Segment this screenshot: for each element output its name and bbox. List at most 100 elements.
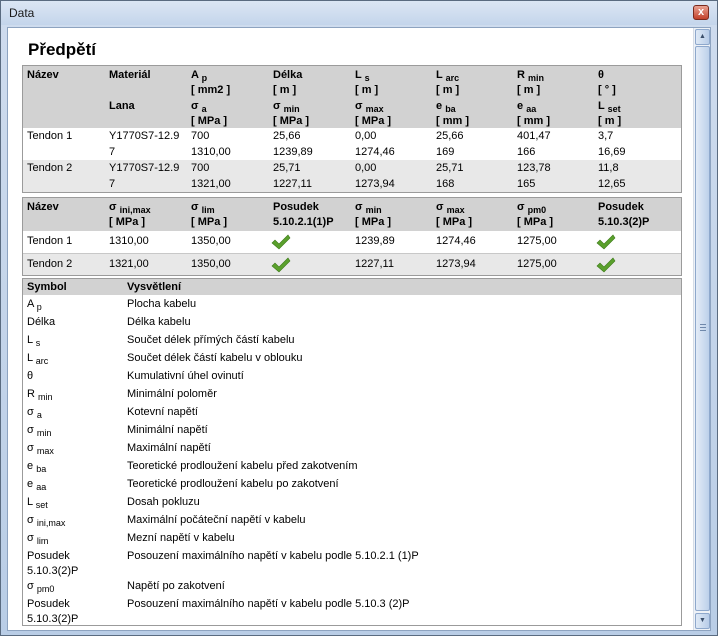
legend-row: σ max Maximální napětí (23, 439, 681, 457)
table-cell: 7 (109, 178, 116, 190)
symbol-legend-table: Symbol Vysvětlení A p Plocha kabelu Délka Dél… (22, 278, 682, 626)
column-header: Lana (109, 99, 135, 114)
header-subscript: max (446, 205, 465, 215)
table-cell: 1350,00 (191, 258, 231, 270)
column-header: Název (27, 68, 59, 83)
header-subscript: ini,max (119, 205, 151, 215)
symbol-subscript: a (36, 410, 42, 420)
header-symbol: σ (109, 201, 117, 213)
legend-row: R min Minimální poloměr (23, 385, 681, 403)
table-cell: 1310,00 (109, 235, 149, 247)
column-header: σ ini,max[ MPa ] (109, 200, 151, 230)
legend-symbol: θ (27, 369, 33, 384)
legend-symbol: e ba (27, 459, 46, 474)
legend-explanation: Dosah pokluzu (127, 496, 200, 508)
legend-symbol: A p (27, 297, 42, 312)
table-cell: 1239,89 (355, 235, 395, 247)
legend-symbol: R min (27, 387, 53, 402)
header-symbol: Posudek (273, 201, 319, 213)
column-header: σ min[ MPa ] (355, 200, 391, 230)
legend-symbol: Posudek 5.10.3(2)P (27, 549, 78, 579)
column-header: L set[ m ] (598, 99, 621, 129)
table-cell: 12,65 (598, 178, 626, 190)
legend-row: A p Plocha kabelu (23, 295, 681, 313)
scroll-thumb[interactable] (695, 46, 710, 611)
symbol-subscript: aa (36, 482, 47, 492)
symbol-text: σ (27, 406, 34, 418)
table-cell: 25,71 (273, 162, 301, 174)
symbol-subscript: min (38, 392, 53, 402)
header-symbol: Materiál (109, 69, 151, 81)
table-cell: 25,66 (436, 130, 464, 142)
symbol-subscript: min (36, 428, 52, 438)
table-cell: 1321,00 (191, 178, 231, 190)
check-icon (596, 234, 616, 250)
legend-explanation: Minimální napětí (127, 424, 208, 436)
symbol-text: L (27, 496, 33, 508)
header-symbol: σ (436, 201, 444, 213)
header-symbol: σ (355, 201, 363, 213)
report-view: Předpětí Název Materiál A p[ mm2 ] Délka[ m… (7, 27, 711, 631)
symbol-text: σ (27, 532, 34, 544)
table-cell: Y1770S7-12.9 (109, 130, 180, 142)
table-cell: 700 (191, 130, 210, 142)
symbol-text: 5.10.3(2)P (27, 613, 79, 625)
check-icon (271, 257, 291, 273)
legend-explanation: Napětí po zakotvení (127, 580, 225, 592)
page-title: Předpětí (28, 40, 97, 59)
header-unit: 5.10.3(2)P (598, 216, 650, 228)
legend-row: e aa Teoretické prodloužení kabelu po zak… (23, 475, 681, 493)
legend-explanation: Teoretické prodloužení kabelu po zakotve… (127, 478, 339, 490)
legend-row: L s Součet délek přímých částí kabelu (23, 331, 681, 349)
header-unit: [ MPa ] (191, 216, 228, 228)
legend-row: Posudek 5.10.3(2)P Posouzení maximálního n… (23, 595, 681, 625)
symbol-text: σ (27, 580, 34, 592)
column-header: R min[ m ] (517, 68, 544, 98)
symbol-text: σ (27, 424, 34, 436)
header-symbol: Název (27, 69, 59, 81)
header-subscript: min (365, 205, 382, 215)
symbol-text: R (27, 388, 35, 400)
header-unit: [ m ] (273, 84, 297, 96)
window-titlebar[interactable]: Data x (1, 1, 717, 25)
table-cell: 700 (191, 162, 210, 174)
legend-row: L arc Součet délek částí kabelu v oblouku (23, 349, 681, 367)
legend-row: L set Dosah pokluzu (23, 493, 681, 511)
header-unit: [ mm ] (517, 115, 550, 127)
header-unit: [ MPa ] (517, 216, 554, 228)
symbol-subscript: pm0 (36, 584, 55, 594)
column-header: Délka [ m ] (273, 68, 302, 98)
legend-row: σ pm0 Napětí po zakotvení (23, 577, 681, 595)
table-cell: 1273,94 (436, 258, 476, 270)
legend-explanation: Plocha kabelu (127, 298, 197, 310)
header-symbol: L (355, 69, 362, 81)
close-button[interactable]: x (693, 5, 709, 20)
header-subscript: max (365, 104, 384, 114)
header-unit: [ MPa ] (109, 216, 146, 228)
header-unit: [ MPa ] (355, 115, 392, 127)
table-cell: 11,8 (598, 162, 619, 174)
table-row: Tendon 1 1310,00 1350,00 1239,89 1274,46 1275… (23, 231, 681, 253)
header-unit: [ m ] (436, 84, 460, 96)
scroll-up-icon[interactable]: ▲ (695, 29, 710, 45)
legend-explanation: Maximální napětí (127, 442, 211, 454)
column-header: Posudek 5.10.2.1(1)P (273, 200, 334, 230)
legend-explanation: Mezní napětí v kabelu (127, 532, 235, 544)
legend-explanation: Minimální poloměr (127, 388, 217, 400)
header-symbol: A (191, 69, 199, 81)
header-unit: [ m ] (355, 84, 379, 96)
table-cell: 7 (109, 146, 116, 158)
vertical-scrollbar[interactable]: ▲ ▼ (693, 28, 710, 630)
column-header: σ max[ MPa ] (355, 99, 391, 129)
scroll-down-icon[interactable]: ▼ (695, 613, 710, 629)
header-unit: [ mm ] (436, 115, 469, 127)
table-cell: 1239,89 (273, 146, 313, 158)
data-window: Data x Předpětí Název Materiál A p[ mm2 ] D… (0, 0, 718, 636)
header-symbol: L (436, 69, 443, 81)
symbol-subscript: s (35, 338, 41, 348)
tendon-geometry-table: Název Materiál A p[ mm2 ] Délka[ m ] L s[ m … (22, 65, 682, 193)
table-row: Tendon 1 Y1770S7-12.9 7 700 1310,00 25,66 1239… (23, 128, 681, 160)
legend-symbol: σ max (27, 441, 54, 456)
legend-row: σ ini,max Maximální počáteční napětí v ka… (23, 511, 681, 529)
table-cell: 16,69 (598, 146, 626, 158)
